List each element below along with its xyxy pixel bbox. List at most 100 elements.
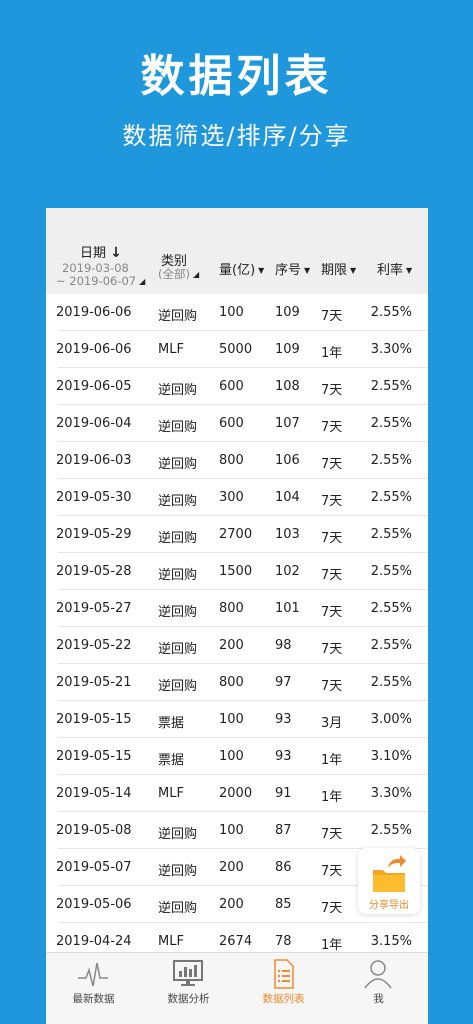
date-cell: 2019-05-22 bbox=[56, 638, 132, 653]
table-row[interactable]: 2019-05-08 逆回购 100 87 7天 2.55% bbox=[46, 812, 428, 849]
amount-cell: 200 bbox=[219, 638, 244, 653]
term-cell: 7天 bbox=[321, 457, 343, 472]
person-icon bbox=[364, 960, 392, 989]
type-cell: 逆回购 bbox=[158, 605, 198, 620]
term-cell: 1年 bbox=[321, 753, 343, 768]
table-row[interactable]: 2019-06-06 MLF 5000 109 1年 3.30% bbox=[46, 331, 428, 368]
table-row[interactable]: 2019-06-05 逆回购 600 108 7天 2.55% bbox=[46, 368, 428, 405]
table-row[interactable]: 2019-05-29 逆回购 2700 103 7天 2.55% bbox=[46, 516, 428, 553]
amount-cell: 2700 bbox=[219, 527, 253, 542]
date-cell: 2019-05-07 bbox=[56, 860, 132, 875]
dropdown-caret-icon: ▼ bbox=[304, 266, 311, 275]
table-header: 日期 ↓ 2019-03-08 ~ 2019-06-07 ◢ 类别 (全部) ◢ 量… bbox=[46, 208, 428, 294]
tab-latest-data[interactable]: 最新数据 bbox=[46, 953, 141, 1024]
term-header-label: 期限 bbox=[321, 263, 348, 278]
type-cell: 票据 bbox=[158, 753, 185, 768]
tab-label: 数据列表 bbox=[262, 993, 305, 1005]
corner-caret-icon: ◢ bbox=[139, 277, 146, 286]
date-range-end[interactable]: ~ 2019-06-07 ◢ bbox=[56, 274, 145, 288]
type-cell: 逆回购 bbox=[158, 420, 198, 435]
table-row[interactable]: 2019-05-27 逆回购 800 101 7天 2.55% bbox=[46, 590, 428, 627]
date-cell: 2019-05-15 bbox=[56, 749, 132, 764]
date-cell: 2019-06-06 bbox=[56, 342, 132, 357]
table-row[interactable]: 2019-05-15 票据 100 93 1年 3.10% bbox=[46, 738, 428, 775]
amount-cell: 800 bbox=[219, 675, 244, 690]
phone-screen: 日期 ↓ 2019-03-08 ~ 2019-06-07 ◢ 类别 (全部) ◢ 量… bbox=[46, 208, 428, 1024]
type-cell: 逆回购 bbox=[158, 864, 198, 879]
date-cell: 2019-05-30 bbox=[56, 490, 132, 505]
seq-cell: 109 bbox=[275, 342, 300, 357]
seq-cell: 85 bbox=[275, 897, 292, 912]
term-cell: 1年 bbox=[321, 346, 343, 361]
date-range-start[interactable]: 2019-03-08 bbox=[62, 261, 129, 275]
term-cell: 7天 bbox=[321, 420, 343, 435]
amount-cell: 200 bbox=[219, 860, 244, 875]
rate-column-header[interactable]: 利率 ▼ bbox=[377, 259, 412, 278]
rate-header-label: 利率 bbox=[377, 263, 404, 278]
amount-header-label: 量(亿) bbox=[219, 263, 256, 278]
table-row[interactable]: 2019-05-22 逆回购 200 98 7天 2.55% bbox=[46, 627, 428, 664]
type-cell: MLF bbox=[158, 342, 184, 357]
table-row[interactable]: 2019-06-06 逆回购 100 109 7天 2.55% bbox=[46, 294, 428, 331]
table-row[interactable]: 2019-05-21 逆回购 800 97 7天 2.55% bbox=[46, 664, 428, 701]
seq-cell: 87 bbox=[275, 823, 292, 838]
type-cell: MLF bbox=[158, 786, 184, 801]
date-cell: 2019-05-14 bbox=[56, 786, 132, 801]
date-cell: 2019-04-24 bbox=[56, 934, 132, 949]
rate-cell: 2.55% bbox=[370, 527, 412, 542]
rate-cell: 2.55% bbox=[370, 416, 412, 431]
hero-title: 数据列表 bbox=[140, 51, 333, 102]
seq-column-header[interactable]: 序号 ▼ bbox=[275, 259, 310, 278]
seq-cell: 109 bbox=[275, 305, 300, 320]
term-cell: 7天 bbox=[321, 605, 343, 620]
amount-cell: 100 bbox=[219, 305, 244, 320]
tab-data-list[interactable]: 数据列表 bbox=[236, 953, 331, 1024]
amount-cell: 100 bbox=[219, 823, 244, 838]
table-row[interactable]: 2019-05-28 逆回购 1500 102 7天 2.55% bbox=[46, 553, 428, 590]
seq-cell: 106 bbox=[275, 453, 300, 468]
term-cell: 7天 bbox=[321, 901, 343, 916]
seq-cell: 101 bbox=[275, 601, 300, 616]
tab-label: 数据分析 bbox=[167, 993, 210, 1005]
type-cell: 逆回购 bbox=[158, 679, 198, 694]
date-column-header[interactable]: 日期 ↓ bbox=[80, 242, 122, 261]
date-cell: 2019-06-05 bbox=[56, 379, 132, 394]
type-filter-label: (全部) bbox=[158, 267, 190, 281]
tab-label: 我 bbox=[373, 993, 384, 1005]
type-cell: 逆回购 bbox=[158, 568, 198, 583]
type-filter[interactable]: (全部) ◢ bbox=[158, 266, 199, 282]
amount-column-header[interactable]: 量(亿) ▼ bbox=[219, 259, 264, 278]
seq-cell: 86 bbox=[275, 860, 292, 875]
date-cell: 2019-05-06 bbox=[56, 897, 132, 912]
term-cell: 7天 bbox=[321, 827, 343, 842]
type-cell: 逆回购 bbox=[158, 494, 198, 509]
rate-cell: 3.30% bbox=[370, 786, 412, 801]
date-cell: 2019-05-28 bbox=[56, 564, 132, 579]
table-row[interactable]: 2019-05-30 逆回购 300 104 7天 2.55% bbox=[46, 479, 428, 516]
dropdown-caret-icon: ▼ bbox=[350, 266, 357, 275]
tab-data-analysis[interactable]: 数据分析 bbox=[141, 953, 236, 1024]
rate-cell: 3.30% bbox=[370, 342, 412, 357]
table-row[interactable]: 2019-06-04 逆回购 600 107 7天 2.55% bbox=[46, 405, 428, 442]
tab-me[interactable]: 我 bbox=[331, 953, 426, 1024]
table-row[interactable]: 2019-06-03 逆回购 800 106 7天 2.55% bbox=[46, 442, 428, 479]
share-export-button[interactable]: 分享导出 bbox=[358, 848, 420, 914]
seq-cell: 104 bbox=[275, 490, 300, 505]
date-cell: 2019-05-27 bbox=[56, 601, 132, 616]
date-header-label: 日期 bbox=[80, 246, 107, 261]
seq-cell: 78 bbox=[275, 934, 292, 949]
term-column-header[interactable]: 期限 ▼ bbox=[321, 259, 356, 278]
rate-cell: 2.55% bbox=[370, 564, 412, 579]
seq-cell: 98 bbox=[275, 638, 292, 653]
seq-cell: 93 bbox=[275, 712, 292, 727]
rate-cell: 2.55% bbox=[370, 675, 412, 690]
date-cell: 2019-05-08 bbox=[56, 823, 132, 838]
amount-cell: 600 bbox=[219, 416, 244, 431]
type-cell: 逆回购 bbox=[158, 827, 198, 842]
table-row[interactable]: 2019-05-14 MLF 2000 91 1年 3.30% bbox=[46, 775, 428, 812]
term-cell: 3月 bbox=[321, 716, 343, 731]
rate-cell: 3.10% bbox=[370, 749, 412, 764]
table-row[interactable]: 2019-05-15 票据 100 93 3月 3.00% bbox=[46, 701, 428, 738]
amount-cell: 5000 bbox=[219, 342, 253, 357]
term-cell: 7天 bbox=[321, 383, 343, 398]
